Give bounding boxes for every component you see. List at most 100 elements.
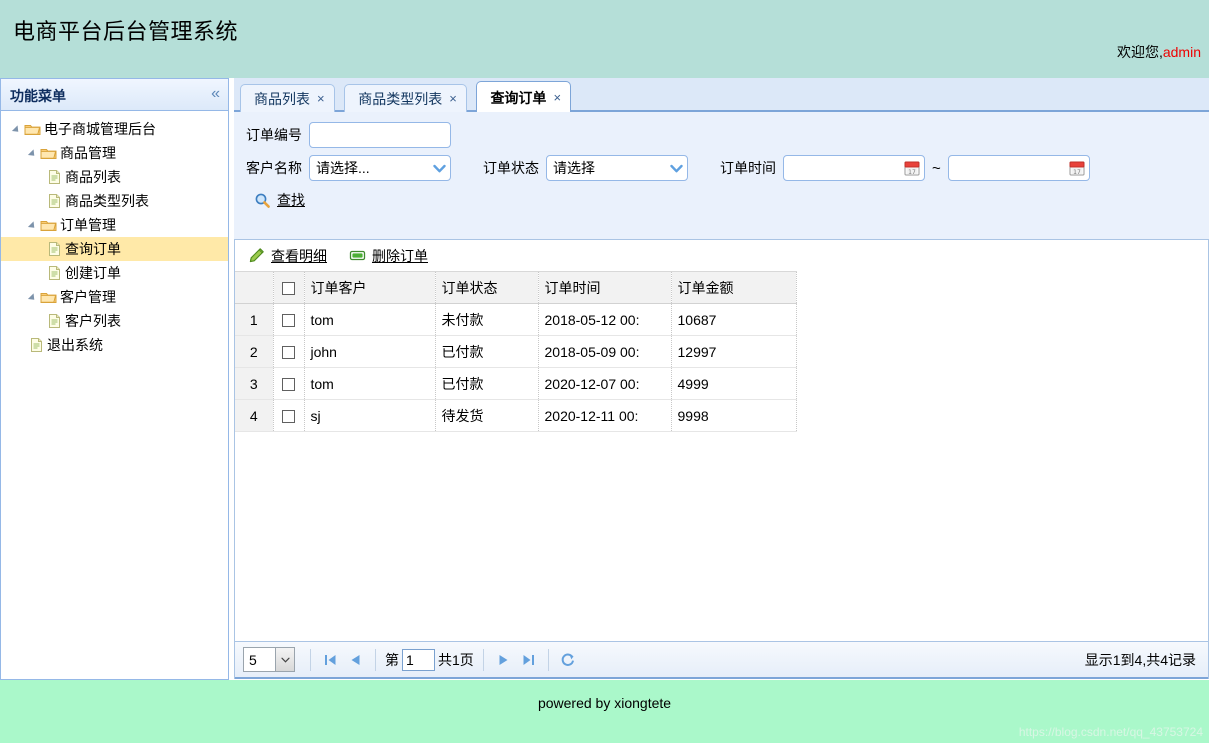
tab-product-list[interactable]: 商品列表 ×	[240, 84, 335, 112]
sidebar-item-customer-list[interactable]: 客户列表	[1, 309, 228, 333]
tab-label: 查询订单	[490, 89, 547, 106]
select-all-checkbox[interactable]	[282, 282, 295, 296]
column-select-all[interactable]	[273, 271, 305, 304]
expand-arrow-icon[interactable]	[27, 147, 40, 160]
column-time[interactable]: 订单时间	[538, 271, 672, 304]
expand-arrow-icon[interactable]	[11, 123, 24, 136]
sidebar-item-label: 创建订单	[65, 265, 121, 281]
order-no-input[interactable]	[309, 122, 451, 148]
sidebar-item-label: 订单管理	[60, 217, 116, 233]
order-no-label: 订单编号	[246, 127, 302, 143]
search-button[interactable]: 查找	[254, 190, 305, 210]
sidebar-item-product-mgmt[interactable]: 商品管理	[1, 141, 228, 165]
chevron-down-icon[interactable]	[664, 156, 687, 180]
row-select[interactable]	[273, 367, 305, 400]
sidebar-item-root[interactable]: 电子商城管理后台	[1, 117, 228, 141]
column-amount[interactable]: 订单金额	[671, 271, 797, 304]
column-customer[interactable]: 订单客户	[304, 271, 436, 304]
row-index: 3	[235, 367, 274, 400]
sidebar-item-create-order[interactable]: 创建订单	[1, 261, 228, 285]
main-panel: 商品列表 × 商品类型列表 × 查询订单 × 订单编号 客户名称 请选择...	[234, 78, 1209, 680]
row-select[interactable]	[273, 303, 305, 336]
row-index: 4	[235, 399, 274, 432]
close-icon[interactable]: ×	[317, 92, 325, 105]
row-select[interactable]	[273, 399, 305, 432]
column-index	[235, 271, 274, 304]
cell-amount: 12997	[671, 335, 797, 368]
table-row[interactable]: 1 tom 未付款 2018-05-12 00: 10687	[235, 303, 797, 336]
table-row[interactable]: 2 john 已付款 2018-05-09 00: 12997	[235, 335, 797, 368]
table-body: 1 tom 未付款 2018-05-12 00: 10687 2 john 已付…	[235, 303, 797, 432]
filters-row: 客户名称 请选择... 订单状态 请选择 订单时间 17 ~ 17	[246, 155, 1090, 181]
page-size-select[interactable]: 5	[243, 647, 295, 672]
cell-status: 未付款	[435, 303, 539, 336]
row-checkbox[interactable]	[282, 378, 295, 392]
calendar-icon[interactable]: 17	[1068, 159, 1086, 177]
cell-amount: 9998	[671, 399, 797, 432]
footer-credit: powered by xiongtete	[537, 695, 672, 711]
folder-icon	[40, 146, 57, 160]
close-icon[interactable]: ×	[449, 92, 457, 105]
order-time-to-input[interactable]: 17	[947, 155, 1090, 181]
tab-product-type-list[interactable]: 商品类型列表 ×	[344, 84, 467, 112]
column-status[interactable]: 订单状态	[435, 271, 539, 304]
sidebar-item-label: 客户列表	[65, 313, 121, 329]
cell-customer: tom	[304, 303, 436, 336]
close-icon[interactable]: ×	[553, 91, 561, 104]
view-detail-button[interactable]: 查看明细	[248, 246, 327, 266]
refresh-button[interactable]	[556, 647, 581, 672]
sidebar-item-logout[interactable]: 退出系统	[1, 333, 228, 357]
row-index: 2	[235, 335, 274, 368]
sidebar-item-customer-mgmt[interactable]: 客户管理	[1, 285, 228, 309]
expand-arrow-icon[interactable]	[27, 291, 40, 304]
green-bar-icon	[349, 247, 366, 264]
sidebar-item-order-mgmt[interactable]: 订单管理	[1, 213, 228, 237]
sidebar-item-query-order[interactable]: 查询订单	[1, 237, 228, 261]
document-icon	[47, 193, 62, 209]
datagrid-toolbar: 查看明细 删除订单	[235, 240, 1208, 271]
cell-time: 2018-05-12 00:	[538, 303, 672, 336]
cell-status: 已付款	[435, 367, 539, 400]
customer-name-value: 请选择...	[316, 160, 370, 176]
chevron-down-icon[interactable]	[275, 648, 294, 671]
delete-order-button[interactable]: 删除订单	[349, 246, 428, 266]
layout-body: 功能菜单 « 电子商城管理后台 商品管理 商品列表 商品类型列表 订单管理 查询…	[0, 78, 1209, 680]
expand-arrow-icon[interactable]	[27, 219, 40, 232]
row-checkbox[interactable]	[282, 314, 295, 328]
calendar-icon[interactable]: 17	[903, 159, 921, 177]
cell-time: 2020-12-11 00:	[538, 399, 672, 432]
sidebar-item-label: 查询订单	[65, 241, 121, 257]
table-row[interactable]: 3 tom 已付款 2020-12-07 00: 4999	[235, 367, 797, 400]
search-row: 查找	[254, 190, 305, 210]
tab-query-order[interactable]: 查询订单 ×	[476, 81, 572, 113]
order-status-select[interactable]: 请选择	[546, 155, 688, 181]
order-time-from-input[interactable]: 17	[783, 155, 925, 181]
pencil-icon	[248, 247, 265, 264]
chevron-down-icon[interactable]	[427, 156, 450, 180]
range-separator: ~	[932, 159, 941, 177]
divider	[482, 648, 484, 671]
next-page-button[interactable]	[491, 647, 516, 672]
welcome-message: 欢迎您,admin	[1117, 42, 1201, 62]
prev-page-button[interactable]	[343, 647, 368, 672]
table-header: 订单客户 订单状态 订单时间 订单金额	[235, 271, 797, 304]
row-checkbox[interactable]	[282, 346, 295, 360]
sidebar-item-label: 客户管理	[60, 289, 116, 305]
table-row[interactable]: 4 sj 待发货 2020-12-11 00: 9998	[235, 399, 797, 432]
order-time-label: 订单时间	[720, 160, 776, 176]
cell-amount: 10687	[671, 303, 797, 336]
last-page-button[interactable]	[516, 647, 541, 672]
sidebar-item-product-type-list[interactable]: 商品类型列表	[1, 189, 228, 213]
search-form: 订单编号 客户名称 请选择... 订单状态 请选择 订单时间 17 ~ 17 查…	[234, 112, 1209, 240]
first-page-button[interactable]	[318, 647, 343, 672]
row-select[interactable]	[273, 335, 305, 368]
sidebar-item-product-list[interactable]: 商品列表	[1, 165, 228, 189]
app-footer: powered by xiongtete https://blog.csdn.n…	[0, 680, 1209, 743]
double-chevron-left-icon[interactable]: «	[211, 83, 220, 105]
sidebar-item-label: 商品类型列表	[65, 193, 149, 209]
row-checkbox[interactable]	[282, 410, 295, 424]
page-total-label: 共1页	[438, 651, 474, 668]
customer-name-select[interactable]: 请选择...	[309, 155, 451, 181]
cell-status: 已付款	[435, 335, 539, 368]
page-number-input[interactable]	[402, 648, 435, 671]
